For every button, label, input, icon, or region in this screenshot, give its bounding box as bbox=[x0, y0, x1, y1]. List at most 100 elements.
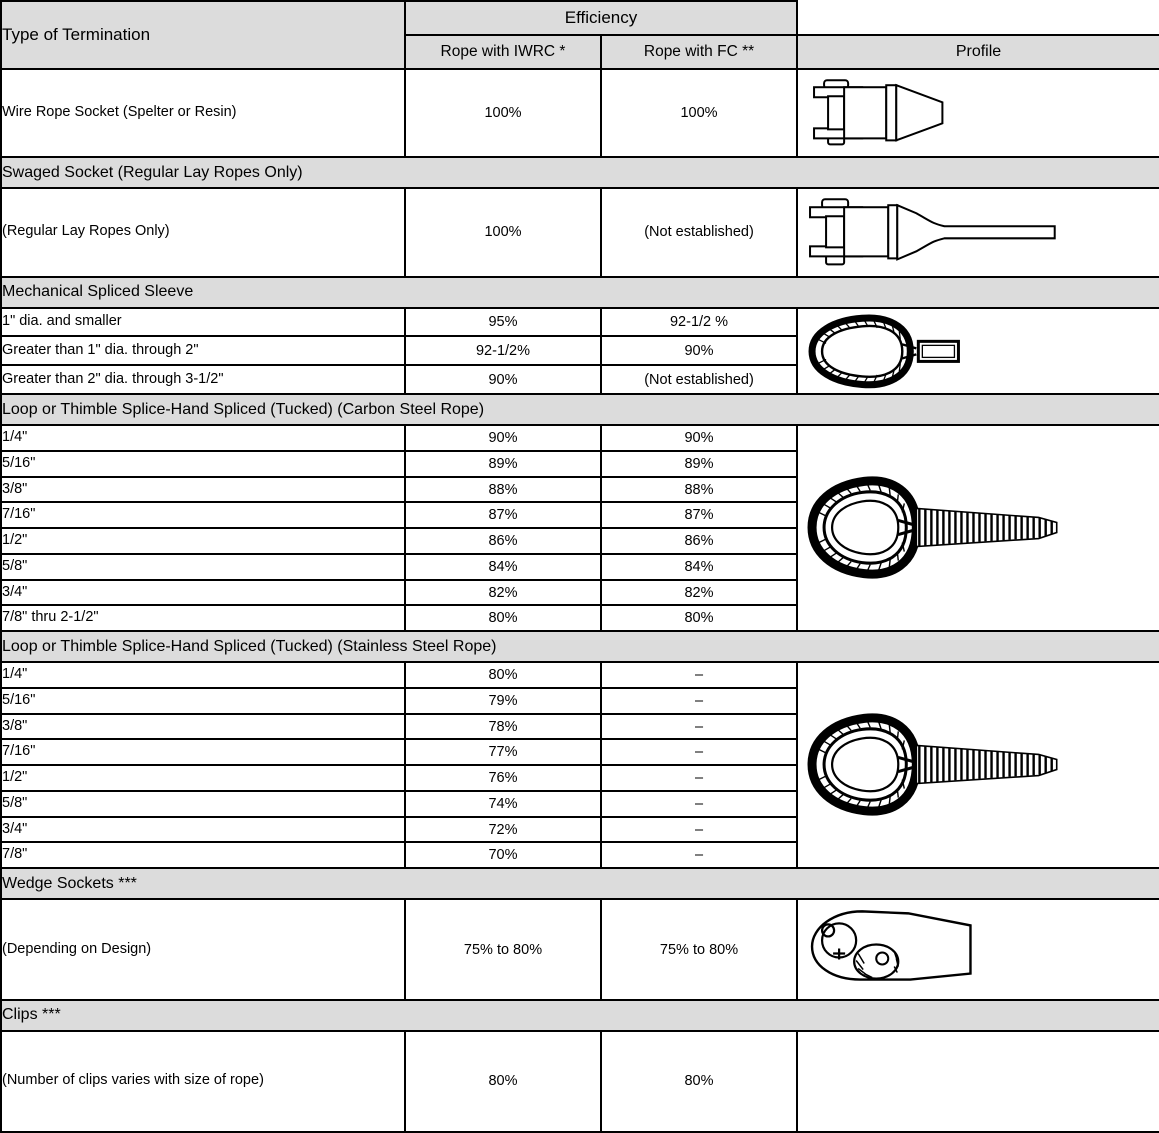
cell-termination: 1/4" bbox=[0, 424, 406, 452]
section-band-row: Wedge Sockets *** bbox=[0, 867, 1159, 901]
mechanical-spliced-sleeve-profile bbox=[798, 309, 1159, 394]
cell-termination: 3/4" bbox=[0, 578, 406, 607]
cell-efficiency-iwrc: 92-1/2% bbox=[404, 335, 602, 367]
cell-efficiency-iwrc: 80% bbox=[404, 661, 602, 689]
cell-efficiency-fc: 100% bbox=[599, 67, 799, 159]
cell-profile bbox=[796, 67, 1159, 159]
cell-efficiency-iwrc: 80% bbox=[404, 604, 602, 633]
cell-efficiency-iwrc: 84% bbox=[404, 552, 602, 581]
header-efficiency: Efficiency bbox=[403, 0, 799, 37]
cell-termination: Greater than 1" dia. through 2" bbox=[0, 335, 406, 367]
cell-efficiency-fc: – bbox=[599, 789, 799, 818]
section-band-label: Clips *** bbox=[0, 998, 1159, 1032]
table-row: (Regular Lay Ropes Only) 100% (Not establi… bbox=[0, 187, 1159, 278]
cell-efficiency-iwrc: 72% bbox=[404, 815, 602, 844]
cell-efficiency-fc: 90% bbox=[599, 424, 799, 452]
cell-efficiency-fc: (Not established) bbox=[599, 364, 799, 396]
cell-termination: (Number of clips varies with size of rop… bbox=[0, 1029, 406, 1133]
cell-efficiency-fc: – bbox=[599, 738, 799, 767]
cell-termination: 5/8" bbox=[0, 552, 406, 581]
cell-termination: 7/16" bbox=[0, 738, 406, 767]
cell-termination: 7/8" bbox=[0, 841, 406, 870]
cell-termination: 7/16" bbox=[0, 501, 406, 530]
cell-efficiency-fc: 92-1/2 % bbox=[599, 306, 799, 338]
table-row: (Depending on Design) 75% to 80% 75% to 80… bbox=[0, 898, 1159, 1001]
section-band-row: Swaged Socket (Regular Lay Ropes Only) bbox=[0, 156, 1159, 190]
cell-efficiency-iwrc: 88% bbox=[404, 475, 602, 504]
cell-profile bbox=[796, 187, 1159, 278]
section-band-row: Loop or Thimble Splice-Hand Spliced (Tuc… bbox=[0, 630, 1159, 664]
cell-efficiency-fc: – bbox=[599, 661, 799, 689]
cell-termination: (Depending on Design) bbox=[0, 898, 406, 1001]
section-band-label: Loop or Thimble Splice-Hand Spliced (Tuc… bbox=[0, 393, 1159, 427]
cell-efficiency-iwrc: 75% to 80% bbox=[404, 898, 602, 1001]
cell-efficiency-iwrc: 100% bbox=[404, 187, 602, 278]
swaged-socket-profile bbox=[798, 189, 1159, 276]
header-rope-with-iwrc: Rope with IWRC * bbox=[404, 34, 602, 70]
cell-efficiency-fc: – bbox=[599, 815, 799, 844]
cell-efficiency-iwrc: 89% bbox=[404, 449, 602, 478]
cell-termination: Wire Rope Socket (Spelter or Resin) bbox=[0, 67, 406, 159]
cell-efficiency-fc: 88% bbox=[599, 475, 799, 504]
cell-profile bbox=[796, 306, 1159, 396]
cell-efficiency-iwrc: 86% bbox=[404, 527, 602, 555]
section-band-label: Loop or Thimble Splice-Hand Spliced (Tuc… bbox=[0, 630, 1159, 664]
header-type-of-termination: Type of Termination bbox=[0, 0, 406, 70]
cell-efficiency-fc: – bbox=[599, 712, 799, 741]
termination-efficiency-table: Type of Termination Efficiency Rope with… bbox=[0, 0, 1159, 1133]
cell-termination: Greater than 2" dia. through 3-1/2" bbox=[0, 364, 406, 396]
cell-termination: 7/8" thru 2-1/2" bbox=[0, 604, 406, 633]
clips-profile bbox=[798, 1032, 1159, 1131]
cell-efficiency-iwrc: 80% bbox=[404, 1029, 602, 1133]
cell-profile bbox=[796, 1029, 1159, 1133]
termination-efficiency-table-page: Type of Termination Efficiency Rope with… bbox=[0, 0, 1159, 1133]
cell-efficiency-iwrc: 74% bbox=[404, 789, 602, 818]
cell-efficiency-fc: 80% bbox=[599, 1029, 799, 1133]
cell-efficiency-iwrc: 76% bbox=[404, 764, 602, 792]
cell-termination: 3/8" bbox=[0, 475, 406, 504]
wedge-socket-profile bbox=[798, 900, 1159, 999]
cell-efficiency-fc: – bbox=[599, 841, 799, 870]
cell-termination: 5/16" bbox=[0, 449, 406, 478]
cell-efficiency-fc: – bbox=[599, 686, 799, 715]
cell-efficiency-fc: 89% bbox=[599, 449, 799, 478]
table-row: Wire Rope Socket (Spelter or Resin) 100% 1… bbox=[0, 67, 1159, 159]
header-rope-with-fc: Rope with FC ** bbox=[599, 34, 799, 70]
cell-termination: 5/16" bbox=[0, 686, 406, 715]
cell-efficiency-fc: 84% bbox=[599, 552, 799, 581]
table-header-row-1: Type of Termination Efficiency bbox=[0, 0, 1159, 70]
cell-efficiency-fc: 90% bbox=[599, 335, 799, 367]
header-profile: Profile bbox=[796, 34, 1159, 70]
table-row: 1/4" 80% – bbox=[0, 661, 1159, 870]
table-row: 1/4" 90% 90% bbox=[0, 424, 1159, 633]
cell-termination: 3/4" bbox=[0, 815, 406, 844]
cell-termination: 1/4" bbox=[0, 661, 406, 689]
table-row: (Number of clips varies with size of rop… bbox=[0, 1029, 1159, 1133]
cell-profile bbox=[796, 661, 1159, 870]
cell-efficiency-iwrc: 95% bbox=[404, 306, 602, 338]
cell-efficiency-fc: (Not established) bbox=[599, 187, 799, 278]
cell-termination: (Regular Lay Ropes Only) bbox=[0, 187, 406, 278]
cell-efficiency-fc: 80% bbox=[599, 604, 799, 633]
cell-termination: 3/8" bbox=[0, 712, 406, 741]
cell-efficiency-iwrc: 77% bbox=[404, 738, 602, 767]
cell-efficiency-fc: 87% bbox=[599, 501, 799, 530]
thimble-splice-stainless-profile bbox=[798, 663, 1159, 867]
section-band-row: Mechanical Spliced Sleeve bbox=[0, 275, 1159, 309]
cell-termination: 1/2" bbox=[0, 764, 406, 792]
section-band-label: Swaged Socket (Regular Lay Ropes Only) bbox=[0, 156, 1159, 190]
section-band-row: Loop or Thimble Splice-Hand Spliced (Tuc… bbox=[0, 393, 1159, 427]
cell-termination: 1" dia. and smaller bbox=[0, 306, 406, 338]
cell-termination: 1/2" bbox=[0, 527, 406, 555]
cell-profile bbox=[796, 424, 1159, 633]
section-band-label: Wedge Sockets *** bbox=[0, 867, 1159, 901]
cell-efficiency-fc: 82% bbox=[599, 578, 799, 607]
table-row: 1" dia. and smaller 95% 92-1/2 % bbox=[0, 306, 1159, 396]
cell-efficiency-iwrc: 87% bbox=[404, 501, 602, 530]
section-band-label: Mechanical Spliced Sleeve bbox=[0, 275, 1159, 309]
table-body: Wire Rope Socket (Spelter or Resin) 100% 1… bbox=[0, 67, 1159, 1133]
cell-efficiency-iwrc: 100% bbox=[404, 67, 602, 159]
thimble-splice-carbon-profile bbox=[798, 426, 1159, 630]
cell-efficiency-fc: 86% bbox=[599, 527, 799, 555]
cell-efficiency-iwrc: 90% bbox=[404, 424, 602, 452]
